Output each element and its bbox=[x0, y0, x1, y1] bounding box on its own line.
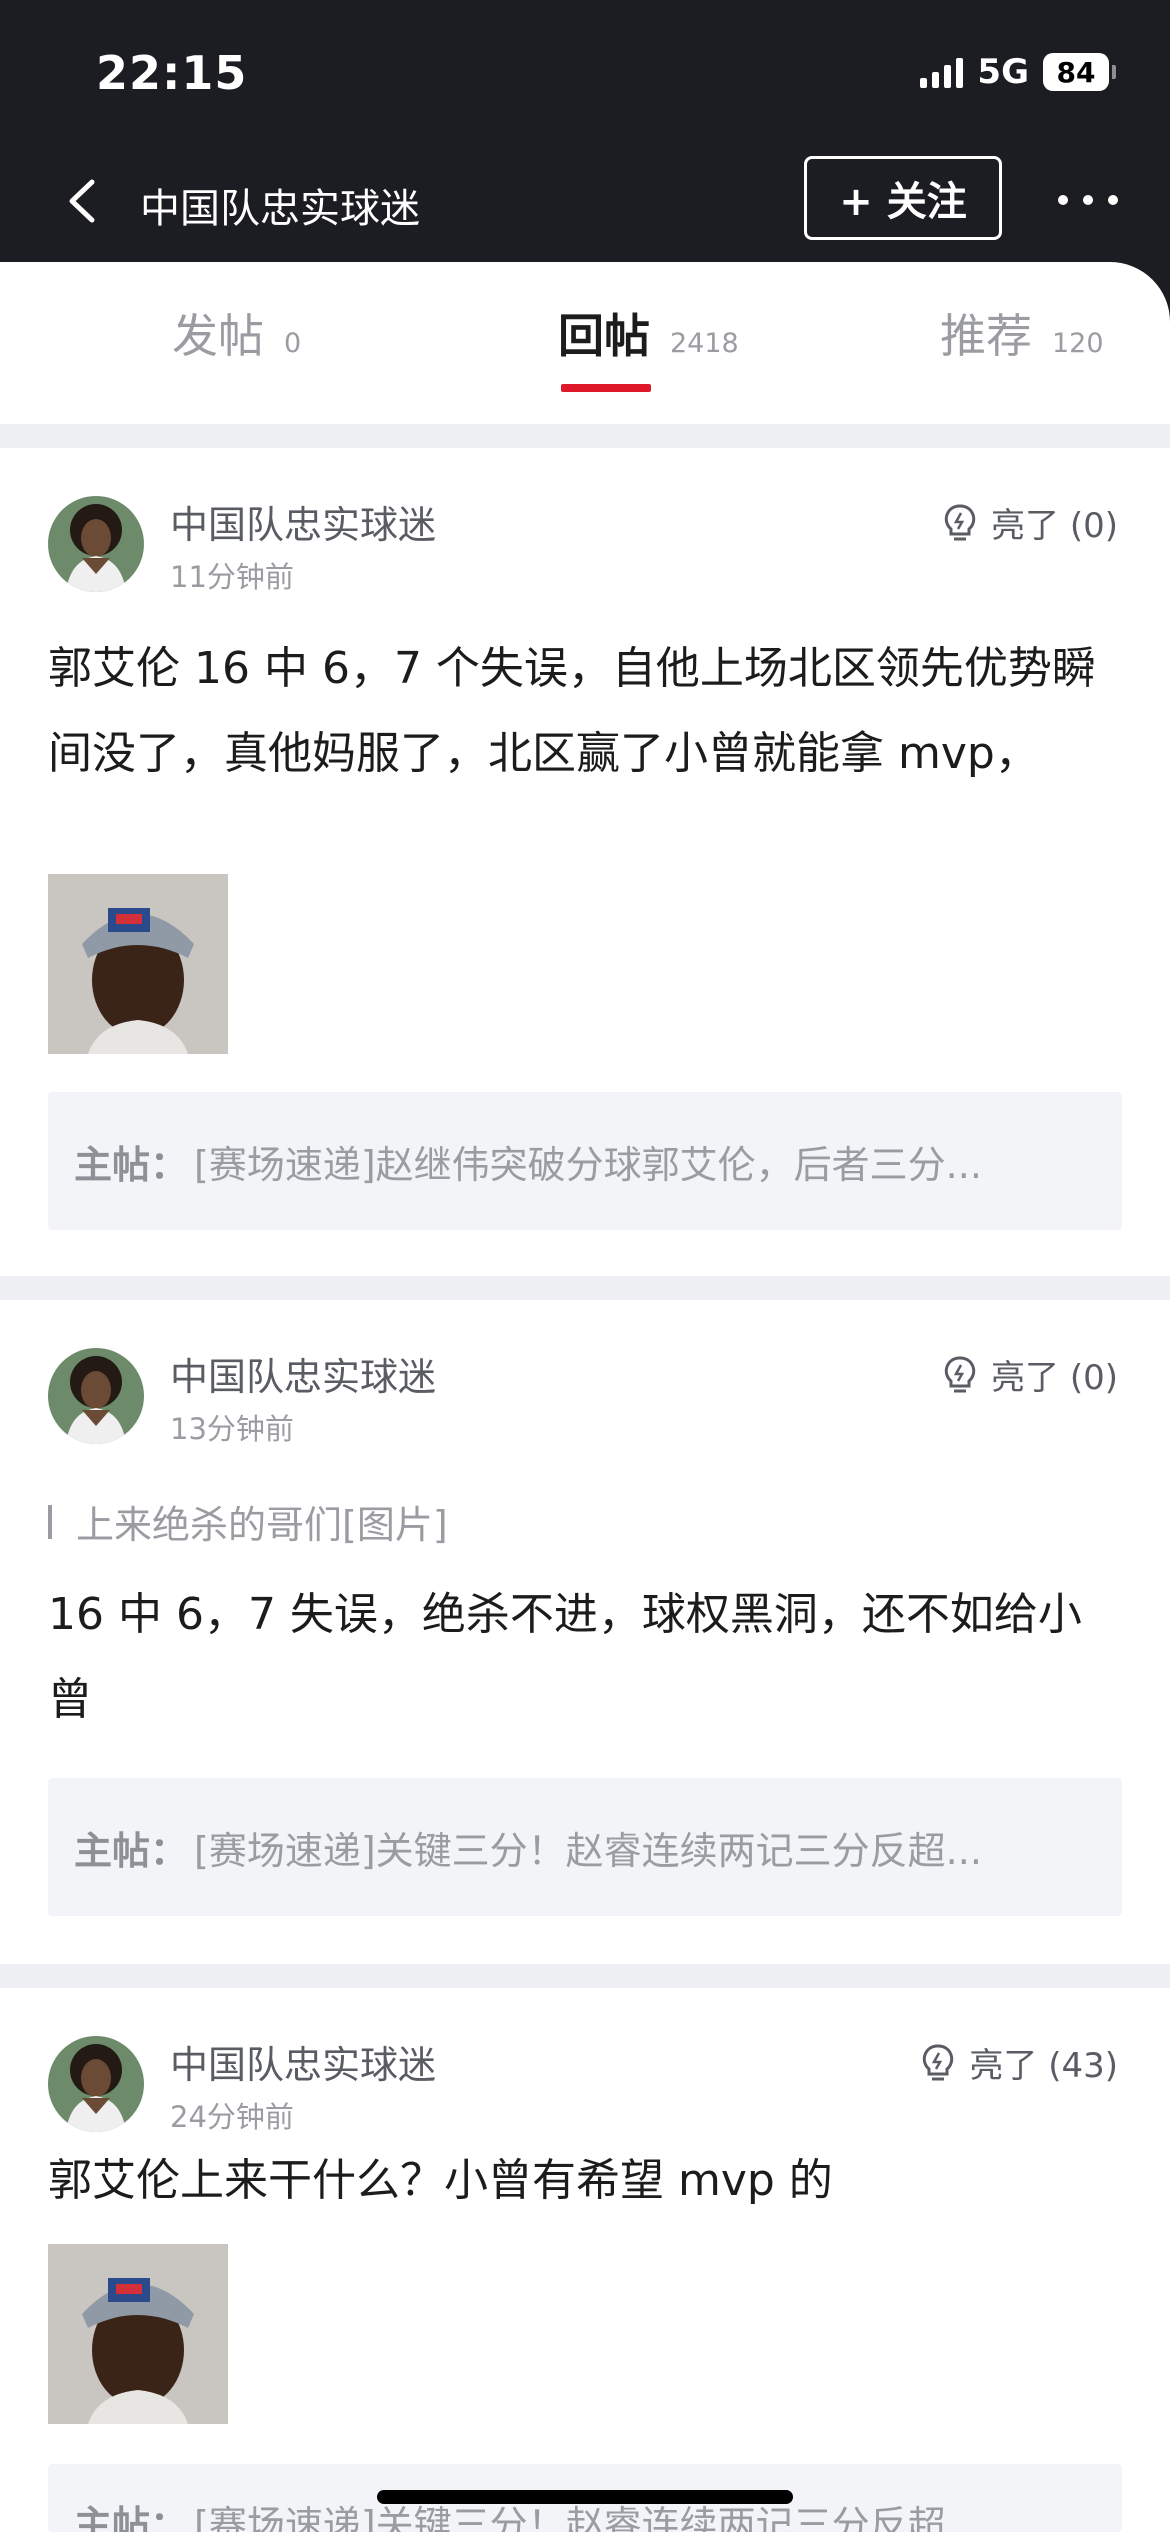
tab-count: 2418 bbox=[670, 328, 739, 359]
author-name[interactable]: 中国队忠实球迷 bbox=[170, 494, 436, 549]
author-name[interactable]: 中国队忠实球迷 bbox=[170, 2034, 436, 2089]
post-image[interactable] bbox=[48, 2244, 228, 2424]
like-count: 亮了 (0) bbox=[991, 1358, 1118, 1398]
post-time: 13分钟前 bbox=[170, 1412, 294, 1446]
lightbulb-icon bbox=[923, 2044, 954, 2080]
tab-count: 0 bbox=[284, 328, 302, 359]
main-post-label: 主帖： bbox=[74, 1828, 189, 1873]
avatar[interactable] bbox=[48, 496, 144, 592]
divider bbox=[0, 1964, 1170, 1988]
network-type: 5G bbox=[977, 52, 1029, 92]
main-post-label: 主帖： bbox=[74, 1142, 189, 1187]
divider bbox=[0, 1276, 1170, 1300]
reply-post[interactable]: 中国队忠实球迷 11分钟前 亮了 (0) 郭艾伦 16 中 6，7 个失误，自他… bbox=[0, 448, 1170, 1276]
like-count: 亮了 (43) bbox=[969, 2046, 1118, 2086]
status-time: 22:15 bbox=[96, 46, 248, 100]
post-content: 郭艾伦上来干什么？小曾有希望 mvp 的 bbox=[48, 2155, 833, 2206]
signal-icon bbox=[920, 56, 964, 88]
avatar[interactable] bbox=[48, 2036, 144, 2132]
more-icon[interactable] bbox=[1058, 182, 1118, 218]
reply-post[interactable]: 中国队忠实球迷 13分钟前 亮了 (0) 上来绝杀的哥们[图片] 16 中 6，… bbox=[0, 1300, 1170, 1964]
like-button[interactable]: 亮了 (0) bbox=[941, 498, 1118, 547]
author-name[interactable]: 中国队忠实球迷 bbox=[170, 1346, 436, 1401]
main-post-link[interactable]: 主帖： [赛场速递]赵继伟突破分球郭艾伦，后者三分... bbox=[48, 1092, 1122, 1230]
like-count: 亮了 (0) bbox=[991, 506, 1118, 546]
active-tab-indicator bbox=[561, 384, 651, 392]
post-time: 11分钟前 bbox=[170, 560, 294, 594]
lightbulb-icon bbox=[944, 1356, 976, 1392]
divider bbox=[0, 424, 1170, 448]
main-post-text: [赛场速递]赵继伟突破分球郭艾伦，后者三分... bbox=[194, 1142, 982, 1187]
page-title: 中国队忠实球迷 bbox=[140, 186, 420, 232]
post-content: 16 中 6，7 失误，绝杀不进，球权黑洞，还不如给小曾 bbox=[48, 1589, 1082, 1725]
avatar[interactable] bbox=[48, 1348, 144, 1444]
like-button[interactable]: 亮了 (0) bbox=[941, 1350, 1118, 1399]
status-bar: 22:15 5G 84 bbox=[0, 0, 1170, 140]
post-time: 24分钟前 bbox=[170, 2100, 294, 2134]
main-post-text: [赛场速递]关键三分！赵睿连续两记三分反超... bbox=[194, 1828, 982, 1873]
post-content: 郭艾伦 16 中 6，7 个失误，自他上场北区领先优势瞬间没了，真他妈服了，北区… bbox=[48, 643, 1096, 779]
tab-replies[interactable]: 回帖 2418 bbox=[558, 300, 739, 366]
tab-bar: 发帖 0 回帖 2418 推荐 120 bbox=[0, 262, 1170, 424]
like-button[interactable]: 亮了 (43) bbox=[919, 2038, 1118, 2087]
tab-label: 回帖 bbox=[558, 309, 650, 363]
tab-recommended[interactable]: 推荐 120 bbox=[940, 300, 1104, 366]
reply-post[interactable]: 中国队忠实球迷 24分钟前 亮了 (43) 郭艾伦上来干什么？小曾有希望 mvp… bbox=[0, 1988, 1170, 2532]
main-post-link[interactable]: 主帖： [赛场速递]关键三分！赵睿连续两记三分反超... bbox=[48, 1778, 1122, 1916]
back-arrow-icon[interactable] bbox=[58, 174, 110, 228]
lightbulb-icon bbox=[944, 504, 976, 540]
main-post-label: 主帖： bbox=[74, 2503, 189, 2532]
follow-button[interactable]: + 关注 bbox=[804, 156, 1002, 240]
battery-icon: 84 bbox=[1043, 53, 1116, 91]
tab-label: 发帖 bbox=[172, 309, 264, 363]
tab-label: 推荐 bbox=[940, 309, 1032, 363]
nav-bar: 中国队忠实球迷 + 关注 bbox=[0, 140, 1170, 262]
home-indicator[interactable] bbox=[377, 2490, 793, 2504]
tab-count: 120 bbox=[1052, 328, 1104, 359]
quoted-reply: 上来绝杀的哥们[图片] bbox=[48, 1494, 448, 1549]
post-image[interactable] bbox=[48, 874, 228, 1054]
tab-posts[interactable]: 发帖 0 bbox=[172, 300, 301, 366]
quoted-text: 上来绝杀的哥们[图片] bbox=[76, 1503, 448, 1547]
battery-level: 84 bbox=[1043, 53, 1109, 91]
